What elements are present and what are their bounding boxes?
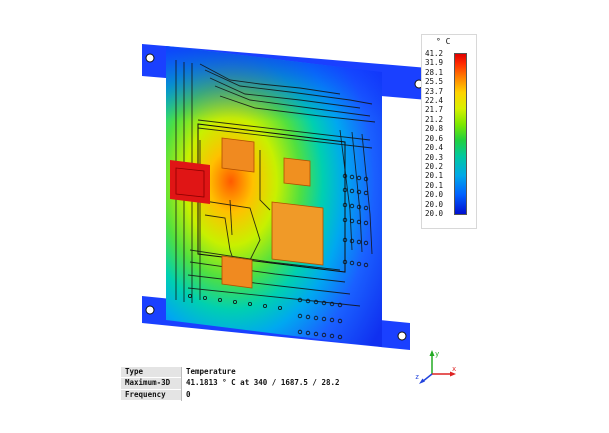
legend-tick-label: 20.8 (425, 124, 444, 134)
chip-3-large (271, 201, 324, 266)
info-key: Maximum-3D (121, 377, 182, 390)
chip-2 (283, 157, 311, 187)
chip-4 (221, 255, 253, 289)
legend-tick-label: 31.9 (425, 58, 444, 68)
legend-tick-label: 20.3 (425, 152, 444, 162)
3d-viewport[interactable] (0, 0, 609, 429)
legend-tick-label: 20.0 (425, 209, 444, 218)
hot-component (170, 160, 210, 204)
axis-label-x: x (452, 365, 456, 373)
info-value: 0 (186, 389, 191, 399)
legend-tick-label: 28.1 (425, 67, 444, 77)
legend-tick-label: 20.0 (425, 199, 444, 209)
legend-tick-label: 20.4 (425, 143, 444, 153)
legend-unit: ° C (436, 37, 451, 46)
legend-tick-label: 20.2 (425, 161, 444, 171)
legend-tick-label: 20.6 (425, 133, 444, 143)
axis-label-z: z (415, 373, 419, 381)
axis-label-y: y (435, 350, 439, 358)
info-row-maximum: Maximum-3D 41.1813 ° C at 340 / 1687.5 /… (121, 377, 387, 390)
info-value: 41.1813 ° C at 340 / 1687.5 / 28.2 (186, 378, 340, 388)
info-value: Temperature (186, 367, 236, 377)
info-key: Type (121, 367, 182, 378)
legend-tick-label: 20.1 (425, 171, 444, 181)
legend-tick-label: 23.7 (425, 86, 444, 96)
legend-tick-label: 21.7 (425, 105, 444, 115)
info-row-type: Type Temperature (121, 367, 387, 378)
legend-tick-label: 20.1 (425, 180, 444, 190)
legend-tick-label: 22.4 (425, 96, 444, 106)
info-key: Frequency (121, 389, 182, 401)
legend-tick-label: 20.0 (425, 190, 444, 200)
legend-tick-label: 41.2 (425, 49, 444, 58)
legend-color-bar (454, 53, 467, 215)
info-row-frequency: Frequency 0 (121, 389, 387, 401)
legend-tick-label: 25.5 (425, 77, 444, 87)
chip-1 (221, 137, 255, 173)
axis-triad-icon: y x z (414, 346, 464, 386)
result-info-table: Type Temperature Maximum-3D 41.1813 ° C … (121, 367, 387, 401)
legend-tick-label: 21.2 (425, 114, 444, 124)
temperature-legend: ° C 41.2 31.9 28.1 25.5 23.7 22.4 21.7 21.2 20.8… (421, 34, 477, 229)
